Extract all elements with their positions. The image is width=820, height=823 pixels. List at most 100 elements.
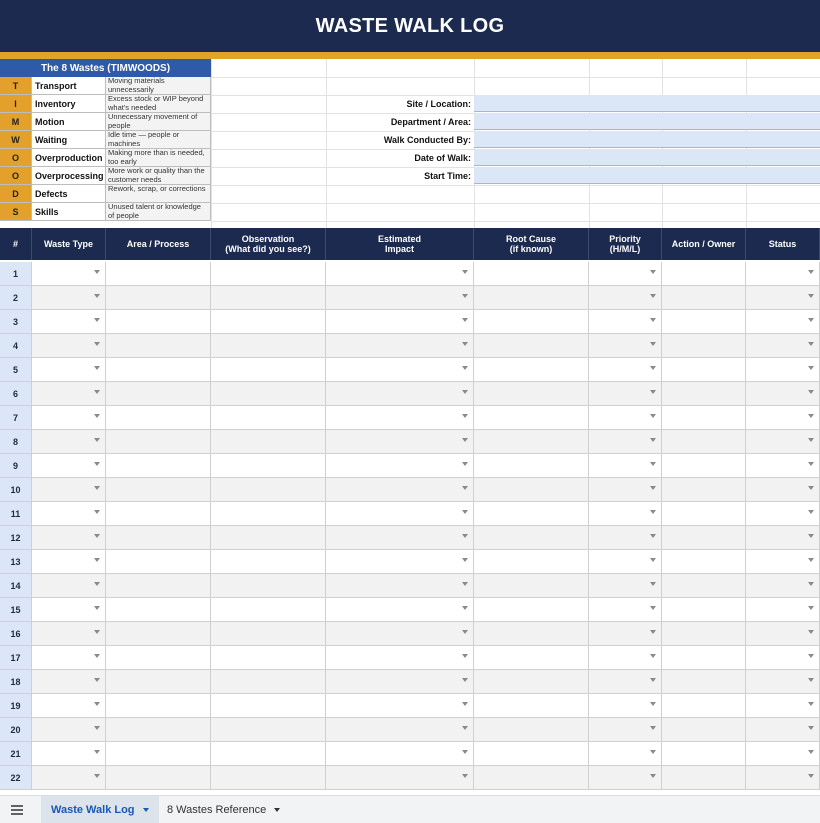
table-cell[interactable] (662, 382, 746, 405)
dropdown-arrow-icon[interactable] (808, 630, 814, 634)
table-cell[interactable] (746, 502, 820, 525)
dropdown-arrow-icon[interactable] (94, 534, 100, 538)
table-cell[interactable] (474, 286, 589, 309)
table-cell[interactable] (746, 694, 820, 717)
dropdown-arrow-icon[interactable] (650, 390, 656, 394)
table-cell[interactable] (32, 718, 106, 741)
table-cell[interactable] (662, 718, 746, 741)
table-cell[interactable] (474, 262, 589, 285)
table-cell[interactable] (746, 430, 820, 453)
dropdown-arrow-icon[interactable] (650, 342, 656, 346)
dropdown-arrow-icon[interactable] (462, 390, 468, 394)
dropdown-arrow-icon[interactable] (94, 678, 100, 682)
table-cell[interactable] (589, 382, 662, 405)
dropdown-arrow-icon[interactable] (650, 630, 656, 634)
dropdown-arrow-icon[interactable] (808, 534, 814, 538)
table-cell[interactable] (662, 478, 746, 501)
table-cell[interactable] (106, 286, 211, 309)
table-cell[interactable] (662, 622, 746, 645)
table-cell[interactable] (106, 526, 211, 549)
table-cell[interactable] (746, 478, 820, 501)
table-cell[interactable] (474, 358, 589, 381)
table-cell[interactable] (746, 646, 820, 669)
table-cell[interactable] (589, 406, 662, 429)
table-cell[interactable] (32, 454, 106, 477)
table-cell[interactable] (32, 358, 106, 381)
dropdown-arrow-icon[interactable] (808, 606, 814, 610)
dropdown-arrow-icon[interactable] (462, 678, 468, 682)
dropdown-arrow-icon[interactable] (650, 486, 656, 490)
table-cell[interactable] (106, 646, 211, 669)
dropdown-arrow-icon[interactable] (94, 414, 100, 418)
dropdown-arrow-icon[interactable] (808, 486, 814, 490)
dropdown-arrow-icon[interactable] (94, 342, 100, 346)
dropdown-arrow-icon[interactable] (650, 774, 656, 778)
tab-8-wastes-reference[interactable]: 8 Wastes Reference (157, 796, 290, 823)
table-cell[interactable] (106, 598, 211, 621)
table-cell[interactable] (326, 382, 474, 405)
table-cell[interactable] (326, 526, 474, 549)
table-cell[interactable] (211, 262, 326, 285)
table-cell[interactable] (106, 382, 211, 405)
table-cell[interactable] (211, 406, 326, 429)
table-cell[interactable] (662, 670, 746, 693)
table-cell[interactable] (106, 742, 211, 765)
dropdown-arrow-icon[interactable] (808, 510, 814, 514)
table-cell[interactable] (746, 598, 820, 621)
dropdown-arrow-icon[interactable] (808, 438, 814, 442)
dropdown-arrow-icon[interactable] (94, 750, 100, 754)
table-cell[interactable] (589, 262, 662, 285)
dropdown-arrow-icon[interactable] (462, 294, 468, 298)
table-cell[interactable] (662, 358, 746, 381)
table-cell[interactable] (211, 766, 326, 789)
dropdown-arrow-icon[interactable] (808, 390, 814, 394)
table-cell[interactable] (326, 334, 474, 357)
table-cell[interactable] (746, 550, 820, 573)
table-cell[interactable] (589, 574, 662, 597)
table-cell[interactable] (32, 526, 106, 549)
table-cell[interactable] (662, 550, 746, 573)
table-cell[interactable] (32, 262, 106, 285)
dropdown-arrow-icon[interactable] (650, 462, 656, 466)
table-cell[interactable] (589, 334, 662, 357)
table-cell[interactable] (746, 670, 820, 693)
table-cell[interactable] (106, 262, 211, 285)
table-cell[interactable] (474, 694, 589, 717)
field-input[interactable] (474, 131, 820, 148)
table-cell[interactable] (746, 718, 820, 741)
dropdown-arrow-icon[interactable] (650, 414, 656, 418)
dropdown-arrow-icon[interactable] (94, 702, 100, 706)
dropdown-arrow-icon[interactable] (650, 582, 656, 586)
dropdown-arrow-icon[interactable] (808, 366, 814, 370)
table-cell[interactable] (589, 694, 662, 717)
dropdown-arrow-icon[interactable] (94, 390, 100, 394)
table-cell[interactable] (474, 310, 589, 333)
table-cell[interactable] (106, 574, 211, 597)
dropdown-arrow-icon[interactable] (650, 726, 656, 730)
table-cell[interactable] (326, 598, 474, 621)
dropdown-arrow-icon[interactable] (462, 414, 468, 418)
dropdown-arrow-icon[interactable] (808, 654, 814, 658)
table-cell[interactable] (326, 454, 474, 477)
table-cell[interactable] (326, 574, 474, 597)
table-cell[interactable] (211, 598, 326, 621)
table-cell[interactable] (589, 286, 662, 309)
dropdown-arrow-icon[interactable] (94, 558, 100, 562)
table-cell[interactable] (32, 622, 106, 645)
table-cell[interactable] (106, 670, 211, 693)
chevron-down-icon[interactable] (274, 807, 281, 812)
table-cell[interactable] (746, 382, 820, 405)
dropdown-arrow-icon[interactable] (808, 270, 814, 274)
table-cell[interactable] (746, 310, 820, 333)
table-cell[interactable] (589, 646, 662, 669)
dropdown-arrow-icon[interactable] (650, 366, 656, 370)
table-cell[interactable] (662, 598, 746, 621)
table-cell[interactable] (326, 694, 474, 717)
table-cell[interactable] (326, 670, 474, 693)
table-cell[interactable] (474, 622, 589, 645)
table-cell[interactable] (589, 550, 662, 573)
dropdown-arrow-icon[interactable] (94, 726, 100, 730)
dropdown-arrow-icon[interactable] (94, 486, 100, 490)
table-cell[interactable] (746, 574, 820, 597)
table-cell[interactable] (474, 670, 589, 693)
